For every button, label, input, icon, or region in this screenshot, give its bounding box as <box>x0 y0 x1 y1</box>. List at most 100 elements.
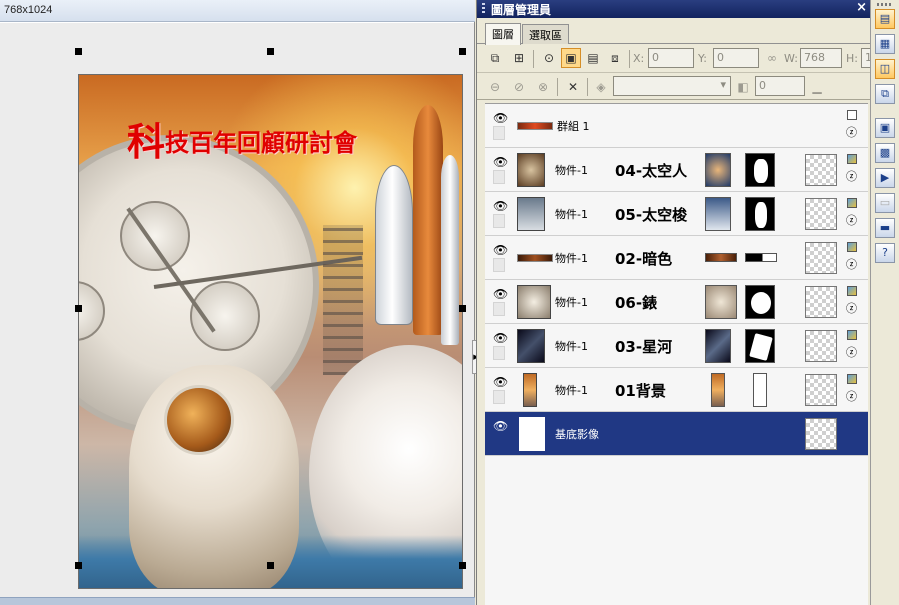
panel-grip-icon[interactable] <box>482 3 485 15</box>
selection-handle[interactable] <box>75 562 82 569</box>
layer-row-object[interactable]: 👁 物件-1 05-太空梭 ⓩ <box>485 192 868 236</box>
selection-handle[interactable] <box>75 48 82 55</box>
poster-image[interactable]: 科技百年回顧研討會 <box>78 74 463 589</box>
layer-link-box[interactable] <box>493 346 505 360</box>
eye-icon[interactable]: 👁 <box>493 287 508 301</box>
dock-play-icon[interactable]: ▶ <box>875 168 895 188</box>
opacity-field[interactable]: 0 <box>755 76 805 96</box>
eye-icon[interactable]: 👁 <box>493 199 508 213</box>
selection-handle[interactable] <box>267 562 274 569</box>
canvas-area[interactable]: 科技百年回顧研討會 <box>0 23 474 597</box>
layer-edit-icon[interactable] <box>847 198 857 208</box>
layer-row-object[interactable]: 👁 物件-1 01背景 ⓩ <box>485 368 868 412</box>
tab-selection[interactable]: 選取區 <box>522 24 569 44</box>
selection-handle[interactable] <box>459 305 466 312</box>
strip-grip-icon[interactable] <box>877 3 893 6</box>
object-thumbnail <box>705 197 731 231</box>
layer-row-group[interactable]: 👁 群組 1 ⓩ <box>485 104 868 148</box>
w-field[interactable]: 768 <box>800 48 842 68</box>
layer-edit-icon[interactable] <box>847 286 857 296</box>
layer-name: 物件-1 <box>555 208 588 221</box>
layer-row-object[interactable]: 👁 物件-1 06-錶 ⓩ <box>485 280 868 324</box>
layer-lock-icon[interactable]: ⓩ <box>846 124 857 140</box>
layer-properties-icon[interactable]: ▤ <box>583 48 603 68</box>
new-layer-icon[interactable]: ⧉ <box>485 48 505 68</box>
blend-mode-icon[interactable]: ◈ <box>591 77 611 97</box>
close-icon[interactable]: × <box>856 0 867 15</box>
layer-thumbnail <box>523 373 537 407</box>
eye-icon[interactable]: 👁 <box>493 375 508 389</box>
layer-tag: 05-太空梭 <box>615 206 688 224</box>
selection-handle[interactable] <box>267 48 274 55</box>
dock-print-icon[interactable]: ▭ <box>875 193 895 213</box>
layer-tag: 01背景 <box>615 382 666 400</box>
layer-link-box[interactable] <box>493 390 505 404</box>
eye-icon[interactable]: 👁 <box>493 155 508 169</box>
opacity-icon[interactable]: ◧ <box>733 77 753 97</box>
layer-mode-icon[interactable]: ▣ <box>561 48 581 68</box>
dock-palette-icon[interactable]: ▣ <box>875 118 895 138</box>
duplicate-layer-icon[interactable]: ⊞ <box>509 48 529 68</box>
mask-edit-icon[interactable]: ⊘ <box>509 77 529 97</box>
dock-image-icon[interactable]: ▬ <box>875 218 895 238</box>
mask-add-icon[interactable]: ⊖ <box>485 77 505 97</box>
layer-link-box[interactable] <box>493 258 505 272</box>
layer-link-box[interactable] <box>493 434 505 448</box>
x-field[interactable]: 0 <box>648 48 694 68</box>
layer-row-object[interactable]: 👁 物件-1 04-太空人 ⓩ <box>485 148 868 192</box>
delete-layer-icon[interactable]: ✕ <box>563 77 583 97</box>
layer-name: 物件-1 <box>555 296 588 309</box>
layer-lock-icon[interactable]: ⓩ <box>846 168 857 184</box>
opacity-slider-icon[interactable]: ▁ <box>807 77 827 97</box>
mask-view-icon[interactable]: ⊗ <box>533 77 553 97</box>
lock-ratio-icon[interactable]: ∞ <box>762 48 782 68</box>
layer-link-box[interactable] <box>493 302 505 316</box>
document-title-bar[interactable]: 768x1024 <box>0 0 475 22</box>
layer-merge-icon[interactable]: ⧈ <box>605 48 625 68</box>
eye-icon[interactable]: 👁 <box>493 419 508 433</box>
layer-manager-title-bar[interactable]: 圖層管理員 × <box>477 0 871 18</box>
eye-icon[interactable]: 👁 <box>493 331 508 345</box>
transparency-thumbnail <box>805 154 837 186</box>
selection-handle[interactable] <box>459 48 466 55</box>
layer-link-box[interactable] <box>493 170 505 184</box>
layer-row-object[interactable]: 👁 物件-1 03-星河 ⓩ <box>485 324 868 368</box>
selection-handle[interactable] <box>459 562 466 569</box>
dock-layer-manager-icon[interactable]: ◫ <box>875 59 895 79</box>
tab-layers[interactable]: 圖層 <box>485 23 521 45</box>
eye-icon[interactable]: 👁 <box>493 243 508 257</box>
layer-manager-title: 圖層管理員 <box>491 3 552 17</box>
layer-lock-icon[interactable]: ⓩ <box>846 256 857 272</box>
layer-link-box[interactable] <box>493 214 505 228</box>
layer-lock-icon[interactable]: ⓩ <box>846 300 857 316</box>
view-layer-icon[interactable]: ⊙ <box>539 48 559 68</box>
dock-objects-icon[interactable]: ▦ <box>875 34 895 54</box>
document-title: 768x1024 <box>4 4 53 16</box>
dock-layers-icon[interactable]: ▤ <box>875 9 895 29</box>
watch-subdial <box>79 281 105 341</box>
group-icon[interactable] <box>847 110 857 120</box>
layer-lock-icon[interactable]: ⓩ <box>846 388 857 404</box>
layer-row-base-image[interactable]: 👁 基底影像 <box>485 412 868 456</box>
layer-edit-icon[interactable] <box>847 374 857 384</box>
dock-history-icon[interactable]: ⧉ <box>875 84 895 104</box>
dock-swatches-icon[interactable]: ▩ <box>875 143 895 163</box>
dock-help-icon[interactable]: ? <box>875 243 895 263</box>
mask-thumbnail <box>745 253 777 262</box>
blend-mode-select[interactable]: ▾ <box>613 76 731 96</box>
layer-list: 👁 群組 1 ⓩ 👁 物件-1 04-太空人 ⓩ 👁 物件-1 05-太空梭 ⓩ… <box>485 103 868 605</box>
layer-row-object[interactable]: 👁 物件-1 02-暗色 ⓩ <box>485 236 868 280</box>
transparency-thumbnail <box>805 242 837 274</box>
layer-edit-icon[interactable] <box>847 154 857 164</box>
layer-link-box[interactable] <box>493 126 505 140</box>
app-root: 768x1024 科技百年回顧研討會 圖層管理員 × 圖層 選取區 ⧉ ⊞ ⊙ … <box>0 0 899 605</box>
layer-lock-icon[interactable]: ⓩ <box>846 212 857 228</box>
layer-edit-icon[interactable] <box>847 330 857 340</box>
y-field[interactable]: 0 <box>713 48 759 68</box>
selection-handle[interactable] <box>75 305 82 312</box>
h-label: H: <box>846 52 858 65</box>
layer-edit-icon[interactable] <box>847 242 857 252</box>
layer-lock-icon[interactable]: ⓩ <box>846 344 857 360</box>
eye-icon[interactable]: 👁 <box>493 111 508 125</box>
poster-title: 科技百年回顧研討會 <box>127 111 357 164</box>
